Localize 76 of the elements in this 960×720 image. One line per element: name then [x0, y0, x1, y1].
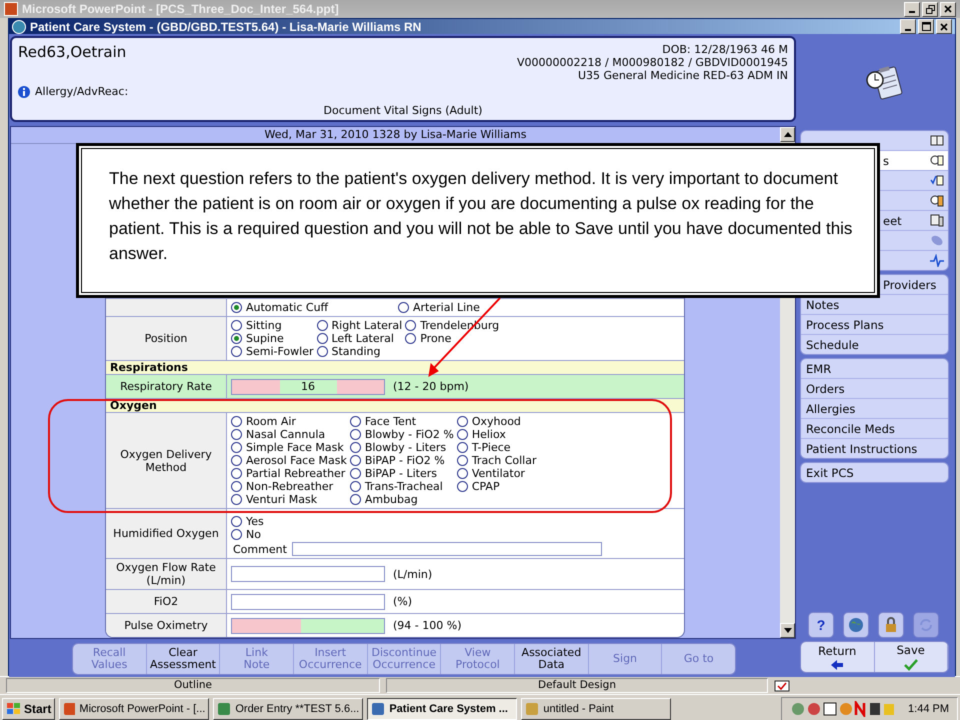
taskbar-button[interactable]: Patient Care System ...	[367, 698, 518, 720]
radio-option[interactable]: Supine	[231, 332, 314, 345]
radio-option[interactable]: Partial Rebreather	[231, 467, 347, 480]
patient-name: Red63,Oetrain	[18, 43, 126, 63]
radio-option[interactable]: CPAP	[456, 480, 536, 493]
unit-label: (L/min)	[393, 568, 432, 580]
normal-range: (12 - 20 bpm)	[393, 380, 469, 393]
radio-option[interactable]: T-Piece	[456, 441, 536, 454]
taskbar-button[interactable]: Order Entry **TEST 5.6...	[213, 698, 364, 720]
field-label: Oxygen Delivery Method	[119, 448, 213, 474]
radio-option[interactable]: BiPAP - FiO2 %	[350, 454, 454, 467]
radio-option[interactable]: Sitting	[231, 319, 314, 332]
field-label: Respiratory Rate	[120, 380, 212, 393]
radio-option[interactable]: Room Air	[231, 415, 347, 428]
status-field: Outline	[6, 678, 380, 693]
normal-range: (94 - 100 %)	[393, 619, 462, 632]
radio-option[interactable]: Trach Collar	[456, 454, 536, 467]
nav-button[interactable]: Save	[874, 642, 948, 672]
nav-item[interactable]: Reconcile Meds	[801, 419, 948, 439]
radio-option[interactable]: Heliox	[456, 428, 536, 441]
field-label: Humidified Oxygen	[113, 527, 219, 540]
radio-option[interactable]: Arterial Line	[398, 301, 480, 314]
nav-item[interactable]: Exit PCS	[801, 463, 948, 482]
radio-option[interactable]: Right Lateral	[316, 319, 402, 332]
allergy-label: Allergy/AdvReac:	[35, 85, 128, 98]
visit-ids: V00000002218 / M000980182 / GBDVID0001945	[517, 56, 788, 69]
radio-option[interactable]: Non-Rebreather	[231, 480, 347, 493]
field-label: Position	[144, 332, 188, 345]
action-button[interactable]: Clear Assessment	[146, 644, 220, 674]
nav-item[interactable]: EMR	[801, 359, 948, 379]
action-button[interactable]: Associated Data	[515, 644, 589, 674]
document-title: Document Vital Signs (Adult)	[322, 104, 484, 117]
nav-item[interactable]: Orders	[801, 379, 948, 399]
taskbar-button[interactable]: untitled - Paint	[521, 698, 672, 720]
radio-option[interactable]: Ventilator	[456, 467, 536, 480]
value-field[interactable]: 16	[231, 378, 385, 394]
start-button[interactable]: Start	[2, 698, 56, 720]
radio-option[interactable]: Prone	[405, 332, 500, 345]
radio-option[interactable]: Automatic Cuff	[231, 301, 395, 314]
unit-label: (%)	[393, 595, 412, 608]
nav-item[interactable]: Schedule	[801, 335, 948, 354]
radio-option[interactable]: Oxyhood	[456, 415, 536, 428]
radio-option[interactable]: BiPAP - Liters	[350, 467, 454, 480]
radio-option[interactable]: Blowby - FiO2 %	[350, 428, 454, 441]
nav-button[interactable]: Return	[801, 642, 874, 672]
nav-item[interactable]: Allergies	[801, 399, 948, 419]
radio-option[interactable]: Yes	[231, 515, 264, 528]
status-field: Default Design	[386, 678, 768, 693]
taskbar-button[interactable]: Microsoft PowerPoint - [...	[59, 698, 210, 720]
section-header: Respirations	[106, 360, 684, 374]
field-label: FiO2	[154, 595, 178, 608]
field-label: Oxygen Flow Rate (L/min)	[115, 561, 217, 587]
clock: 1:44 PM	[908, 702, 949, 714]
window-title: Microsoft PowerPoint - [PCS_Three_Doc_Inter_564.ppt]	[22, 2, 340, 16]
document-header: Wed, Mar 31, 2010 1328 by Lisa-Marie Williams	[264, 128, 526, 141]
radio-option[interactable]: Trans-Tracheal	[350, 480, 454, 493]
callout-text: The next question refers to the patient's oxygen delivery method. It is very important to document whether the patient is on room air or oxygen if you are documenting a pulse ox reading for the patient. This is a required question and you will not be able to Save until you have documented this answer.	[109, 168, 854, 265]
radio-option[interactable]: Semi-Fowler	[231, 345, 314, 358]
nav-item[interactable]: Patient Instructions	[801, 439, 948, 458]
radio-option[interactable]: Left Lateral	[316, 332, 402, 345]
window-title: Patient Care System - (GBD/GBD.TEST5.64) - Lisa-Marie Williams RN	[30, 20, 422, 34]
date-of-birth: DOB: 12/28/1963 46 M	[662, 43, 788, 56]
radio-option[interactable]: Simple Face Mask	[231, 441, 347, 454]
field-label: Pulse Oximetry	[124, 619, 208, 632]
radio-option[interactable]: No	[231, 528, 264, 541]
radio-option[interactable]: Blowby - Liters	[350, 441, 454, 454]
toolbar-button[interactable]: ?	[808, 612, 834, 638]
radio-option[interactable]: Aerosol Face Mask	[231, 454, 347, 467]
radio-option[interactable]: Nasal Cannula	[231, 428, 347, 441]
radio-option[interactable]: Face Tent	[350, 415, 454, 428]
radio-option[interactable]: Standing	[316, 345, 402, 358]
radio-option[interactable]: Venturi Mask	[231, 493, 347, 506]
nav-item[interactable]: Process Plans	[801, 315, 948, 335]
radio-option[interactable]: Ambubag	[350, 493, 454, 506]
patient-location: U35 General Medicine RED-63 ADM IN	[578, 69, 788, 82]
field-label: Comment	[233, 542, 287, 556]
